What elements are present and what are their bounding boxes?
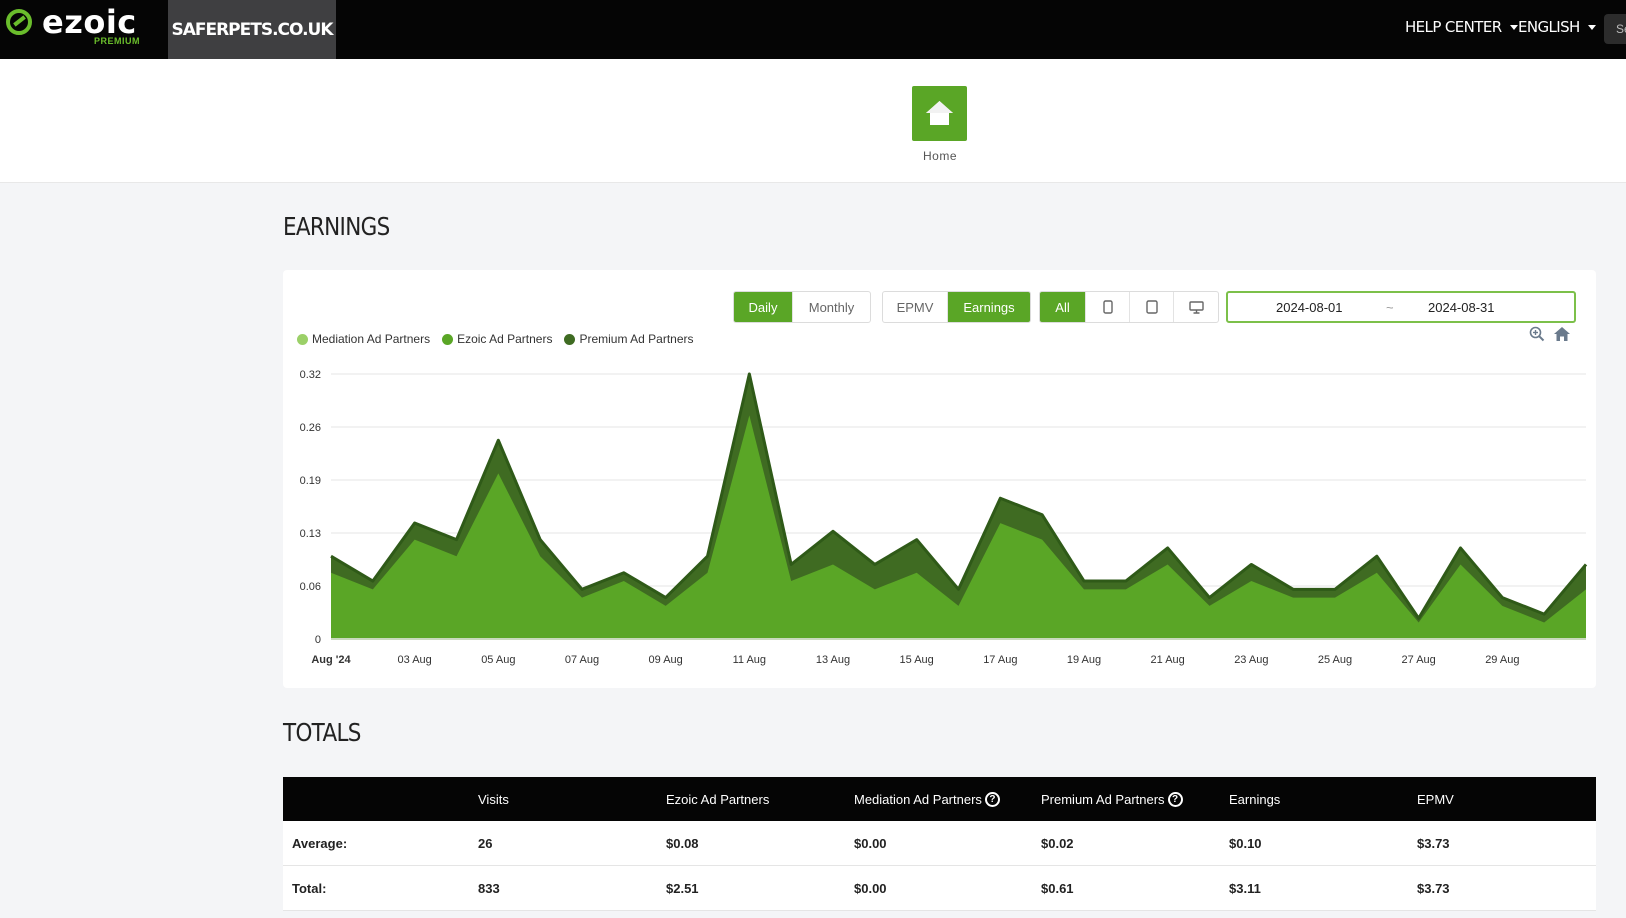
period-toggle: Daily Monthly [733, 291, 871, 323]
home-strip: Home [0, 59, 1626, 183]
legend-item-premium[interactable]: Premium Ad Partners [564, 332, 694, 346]
table-cell: $3.73 [1417, 835, 1450, 851]
column-header-premium: Premium Ad Partners ? [1041, 777, 1183, 821]
desktop-device-button[interactable] [1174, 292, 1218, 322]
legend-dot [442, 333, 454, 345]
search-input[interactable]: Se [1604, 14, 1626, 44]
x-tick-label: 11 Aug [733, 654, 766, 666]
x-tick-label: 19 Aug [1067, 654, 1101, 666]
date-separator: ~ [1386, 299, 1394, 315]
logo-premium-label: PREMIUM [94, 36, 140, 46]
earnings-button[interactable]: Earnings [948, 292, 1030, 322]
caret-down-icon [1587, 24, 1596, 30]
table-cell: 833 [478, 880, 500, 896]
home-icon [926, 101, 953, 125]
legend-item-ezoic[interactable]: Ezoic Ad Partners [442, 332, 552, 346]
y-tick-label: 0.26 [300, 422, 321, 434]
row-label: Average: [292, 835, 348, 851]
row-label: Total: [292, 880, 327, 896]
mobile-device-button[interactable] [1086, 292, 1130, 322]
x-tick-label: 27 Aug [1402, 654, 1436, 666]
x-tick-label: 13 Aug [816, 654, 850, 666]
x-tick-label: 07 Aug [565, 654, 599, 666]
y-tick-label: 0 [315, 634, 321, 646]
y-tick-label: 0.32 [300, 369, 321, 381]
top-navigation-bar: ezoic PREMIUM SAFERPETS.CO.UK HELP CENTE… [0, 0, 1626, 59]
table-cell: $0.08 [666, 835, 699, 851]
column-header-ezoic: Ezoic Ad Partners [666, 791, 770, 807]
legend-dot [297, 333, 308, 345]
chart-tools [1529, 326, 1571, 342]
chart-legend: Mediation Ad Partners Ezoic Ad Partners … [297, 332, 694, 346]
column-header-label: Mediation Ad Partners [854, 791, 982, 807]
x-tick-label: 23 Aug [1234, 654, 1268, 666]
tablet-device-button[interactable] [1130, 292, 1174, 322]
table-cell: $0.10 [1229, 835, 1262, 851]
column-header-mediation: Mediation Ad Partners ? [854, 777, 1000, 821]
legend-item-mediation[interactable]: Mediation Ad Partners [297, 332, 430, 346]
table-cell: $0.00 [854, 835, 887, 851]
y-tick-label: 0.13 [300, 528, 321, 540]
language-menu[interactable]: ENGLISH [1518, 18, 1596, 36]
totals-table: Visits Ezoic Ad Partners Mediation Ad Pa… [283, 777, 1596, 911]
language-label: ENGLISH [1518, 18, 1580, 36]
x-tick-label: 21 Aug [1151, 654, 1185, 666]
date-range-picker[interactable]: 2024-08-01 ~ 2024-08-31 [1226, 291, 1576, 323]
ezoic-logo-icon [6, 9, 32, 35]
earnings-title: EARNINGS [283, 212, 390, 241]
table-row-average: Average: 26 $0.08 $0.00 $0.02 $0.10 $3.7… [283, 821, 1596, 866]
x-tick-label: 03 Aug [398, 654, 432, 666]
table-cell: $0.61 [1041, 880, 1074, 896]
desktop-monitor-icon [1188, 300, 1204, 314]
date-to: 2024-08-31 [1428, 299, 1495, 315]
ezoic-logo[interactable]: ezoic PREMIUM [0, 0, 168, 59]
column-header-label: Premium Ad Partners [1041, 791, 1165, 807]
help-center-menu[interactable]: HELP CENTER [1405, 18, 1518, 36]
legend-label: Ezoic Ad Partners [457, 332, 553, 346]
caret-down-icon [1509, 24, 1518, 30]
legend-label: Mediation Ad Partners [312, 332, 431, 346]
table-header: Visits Ezoic Ad Partners Mediation Ad Pa… [283, 777, 1596, 821]
table-cell: $0.00 [854, 880, 887, 896]
monthly-button[interactable]: Monthly [793, 292, 870, 322]
x-tick-label: 29 Aug [1485, 654, 1519, 666]
help-question-icon[interactable]: ? [984, 791, 1000, 807]
column-header-earnings: Earnings [1229, 791, 1281, 807]
mobile-phone-icon [1102, 300, 1113, 314]
column-header-visits: Visits [478, 791, 509, 807]
table-cell: $2.51 [666, 880, 699, 896]
table-cell: $3.11 [1229, 880, 1261, 896]
site-selector[interactable]: SAFERPETS.CO.UK [168, 0, 336, 59]
totals-title: TOTALS [283, 718, 361, 747]
device-toggle: All [1039, 291, 1219, 323]
x-tick-label: 09 Aug [649, 654, 683, 666]
x-tick-label: 15 Aug [900, 654, 934, 666]
x-tick-label: 17 Aug [983, 654, 1017, 666]
x-tick-label: 05 Aug [481, 654, 515, 666]
metric-toggle: EPMV Earnings [882, 291, 1031, 323]
y-tick-label: 0.06 [300, 581, 321, 593]
device-all-button[interactable]: All [1040, 292, 1086, 322]
table-cell: $0.02 [1041, 835, 1074, 851]
earnings-chart-card: 0 0.06 0.13 0.19 0.26 0.32 Aug '24 03 Aug 05 Aug… [283, 270, 1596, 688]
daily-button[interactable]: Daily [734, 292, 793, 322]
column-header-epmv: EPMV [1417, 791, 1454, 807]
table-row-total: Total: 833 $2.51 $0.00 $0.61 $3.11 $3.73 [283, 866, 1596, 911]
x-tick-label: 25 Aug [1318, 654, 1352, 666]
y-tick-label: 0.19 [300, 475, 321, 487]
help-question-icon[interactable]: ? [1167, 791, 1183, 807]
reset-zoom-home-icon[interactable] [1553, 326, 1571, 342]
epmv-button[interactable]: EPMV [883, 292, 948, 322]
help-center-label: HELP CENTER [1405, 18, 1502, 36]
table-cell: $3.73 [1417, 880, 1450, 896]
home-label: Home [922, 149, 957, 163]
legend-dot [564, 333, 576, 345]
tablet-icon [1145, 300, 1158, 314]
x-tick-label: Aug '24 [311, 654, 351, 666]
legend-label: Premium Ad Partners [579, 332, 694, 346]
table-cell: 26 [478, 835, 493, 851]
date-from: 2024-08-01 [1276, 299, 1343, 315]
home-button[interactable] [912, 86, 967, 141]
zoom-in-icon[interactable] [1529, 326, 1545, 342]
